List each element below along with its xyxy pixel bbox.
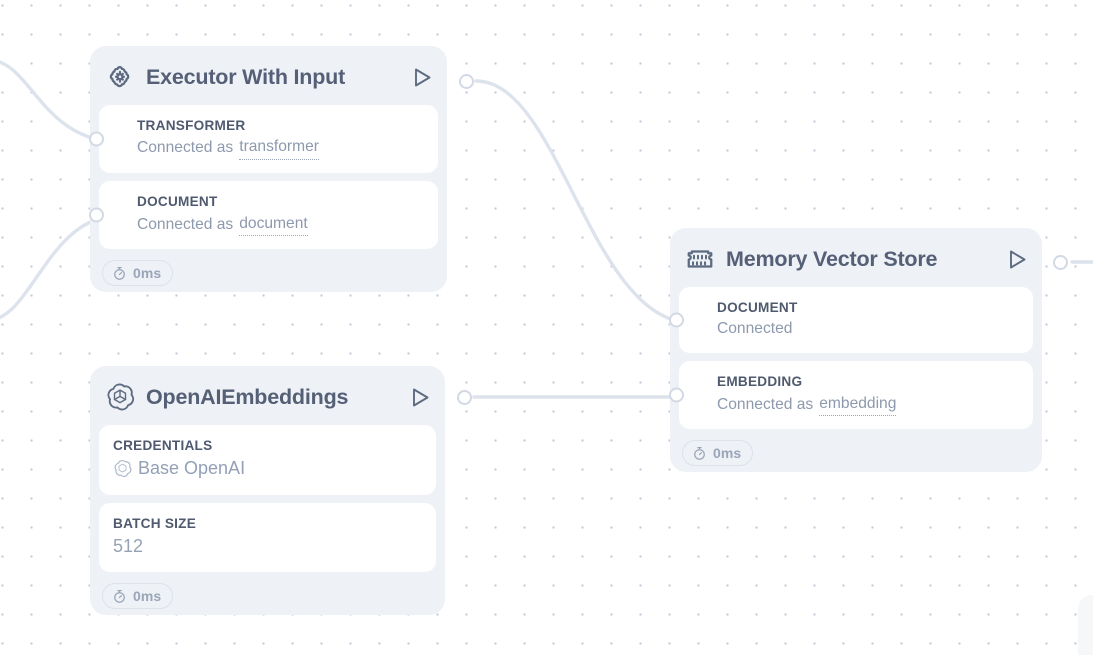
node-header: OpenAIEmbeddings	[90, 366, 445, 425]
row-value-link[interactable]: transformer	[239, 136, 319, 161]
brain-cog-icon	[105, 62, 135, 92]
row-label: TRANSFORMER	[137, 118, 246, 133]
row-label: DOCUMENT	[137, 194, 218, 210]
row-value-text: Connected as	[717, 395, 814, 413]
play-icon[interactable]	[1006, 247, 1028, 271]
row-value: Connected as embedding	[717, 393, 1019, 417]
timing-badge: 0ms	[102, 583, 174, 610]
input-port-transformer[interactable]	[89, 131, 104, 147]
openai-icon	[105, 382, 135, 412]
row-value-link[interactable]: embedding	[819, 393, 897, 417]
row-value-text: Connected as	[137, 215, 234, 233]
node-title: Executor With Input	[146, 64, 346, 89]
row-value-text: Connected as	[137, 139, 234, 157]
node-openai-embeddings[interactable]: OpenAIEmbeddings CREDENTIALS Base OpenAI…	[90, 366, 445, 616]
row-label: CREDENTIALS	[113, 438, 213, 453]
row-value-text: 512	[113, 535, 144, 556]
node-title: Memory Vector Store	[726, 246, 938, 271]
node-executor-with-input[interactable]: Executor With Input TRANSFORMER Connecte…	[89, 46, 447, 293]
stopwatch-icon	[692, 446, 707, 461]
timing-badge: 0ms	[102, 260, 174, 287]
node-rows: TRANSFORMER Connected as transformer DOC…	[89, 105, 447, 250]
node-rows: DOCUMENT Connected EMBEDDING Connected a…	[669, 287, 1042, 430]
node-rows: CREDENTIALS Base OpenAI BATCH SIZE 512	[90, 425, 445, 573]
memory-output-port[interactable]	[1053, 255, 1068, 270]
input-port-embedding[interactable]	[669, 387, 684, 403]
node-title: OpenAIEmbeddings	[146, 384, 349, 409]
row-document[interactable]: DOCUMENT Connected as document	[89, 181, 438, 250]
row-transformer[interactable]: TRANSFORMER Connected as transformer	[89, 105, 438, 174]
input-port-document[interactable]	[89, 207, 104, 223]
play-icon[interactable]	[411, 65, 433, 89]
row-credentials[interactable]: CREDENTIALS Base OpenAI	[99, 425, 436, 495]
timing-text: 0ms	[133, 265, 162, 282]
row-value-text: Base OpenAI	[138, 458, 246, 479]
row-label: EMBEDDING	[717, 374, 803, 390]
timing-badge: 0ms	[682, 440, 754, 467]
openai-output-port[interactable]	[457, 390, 472, 405]
stopwatch-icon	[112, 589, 127, 604]
node-header: Executor With Input	[90, 46, 447, 105]
openai-icon	[113, 459, 132, 478]
row-value: Connected as transformer	[137, 136, 424, 161]
row-label: BATCH SIZE	[113, 515, 197, 531]
row-value: 512	[113, 534, 422, 559]
row-value: Connected as document	[137, 213, 424, 237]
row-value: Base OpenAI	[113, 456, 422, 481]
timing-text: 0ms	[133, 588, 162, 605]
memory-stick-icon	[685, 244, 715, 274]
node-memory-vector-store[interactable]: Memory Vector Store DOCUMENT Connected E…	[669, 228, 1042, 473]
input-port-document[interactable]	[669, 312, 684, 328]
row-embedding[interactable]: EMBEDDING Connected as embedding	[669, 361, 1033, 430]
flow-canvas[interactable]: Executor With Input TRANSFORMER Connecte…	[0, 0, 1093, 655]
play-icon[interactable]	[409, 385, 431, 409]
row-batch-size[interactable]: BATCH SIZE 512	[99, 502, 436, 573]
row-document[interactable]: DOCUMENT Connected	[669, 287, 1033, 354]
row-value: Connected	[717, 318, 1019, 340]
stopwatch-icon	[112, 266, 127, 281]
edge-executor-to-document	[474, 79, 694, 325]
executor-output-port[interactable]	[459, 74, 474, 89]
timing-text: 0ms	[713, 445, 742, 462]
row-value-link[interactable]: document	[239, 213, 308, 237]
node-header: Memory Vector Store	[670, 228, 1042, 287]
side-panel-edge[interactable]	[1078, 595, 1093, 655]
row-value-text: Connected	[717, 320, 793, 338]
row-label: DOCUMENT	[717, 300, 798, 315]
